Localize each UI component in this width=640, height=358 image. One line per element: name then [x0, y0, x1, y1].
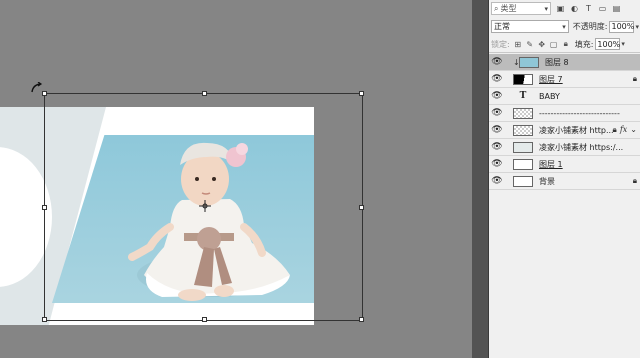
canvas-area[interactable] [0, 0, 472, 358]
lock-position-icon[interactable]: ✥ [537, 39, 547, 49]
lock-image-pixels-icon[interactable]: ✎ [525, 39, 535, 49]
lock-icons: ⊞ ✎ ✥ ▢ 🔒︎ [513, 39, 571, 49]
lock-row: 锁定: ⊞ ✎ ✥ ▢ 🔒︎ 填充: 100% ▾ [489, 36, 640, 53]
text-layer-icon: T [519, 91, 527, 101]
layer-row[interactable]: 👁︎ 凌家小铺素材 http... 🔒︎ fx ⌄ [489, 122, 640, 139]
lock-transparent-pixels-icon[interactable]: ⊞ [513, 39, 523, 49]
layer-thumbnail [513, 141, 533, 153]
layers-list: 👁︎ ↓ 图层 8 👁︎ 图层 7 🔒︎ 👁︎ T BABY 👁︎ ------… [489, 54, 640, 190]
opacity-input[interactable]: 100% [609, 20, 635, 33]
chevron-down-icon[interactable]: ⌄ [630, 125, 637, 135]
layer-row[interactable]: 👁︎ 图层 7 🔒︎ [489, 71, 640, 88]
layer-row[interactable]: 👁︎ ↓ 图层 8 [489, 54, 640, 71]
layer-kind-filter[interactable]: ⌕ 类型 ▾ [491, 2, 551, 15]
layer-name: 凌家小铺素材 https:/... [539, 142, 624, 152]
artboard-autonest-icon[interactable]: ▢ [549, 39, 559, 49]
blend-mode-select[interactable]: 正常 ▾ [491, 20, 569, 33]
layer-row[interactable]: 👁︎ ---------------------------- [489, 105, 640, 122]
layer-kind-filter-label: 类型 [500, 4, 517, 13]
eye-icon[interactable]: 👁︎ [489, 74, 505, 84]
blend-row: 正常 ▾ 不透明度: 100% ▾ [489, 18, 640, 35]
layers-panel: ⌕ 类型 ▾ ▣ ◐ T ▭ ▤ 正常 ▾ 不透明度: 100% ▾ 锁定: ⊞… [488, 0, 640, 358]
eye-icon[interactable]: 👁︎ [489, 125, 505, 135]
fill-label: 填充: [574, 39, 594, 49]
layer-row[interactable]: 👁︎ 背景 🔒︎ [489, 173, 640, 190]
layer-row[interactable]: 👁︎ 凌家小铺素材 https:/... [489, 139, 640, 156]
eye-icon[interactable]: 👁︎ [489, 142, 505, 152]
layer-name: BABY [539, 91, 560, 101]
layer-row[interactable]: 👁︎ 图层 1 [489, 156, 640, 173]
layer-name: 背景 [539, 176, 555, 186]
layer-name: 图层 1 [539, 159, 563, 169]
layer-thumbnail [513, 73, 533, 85]
transform-handle-bottom-right[interactable] [359, 317, 364, 322]
layer-name: 图层 8 [545, 57, 569, 67]
layer-filter-row: ⌕ 类型 ▾ ▣ ◐ T ▭ ▤ [489, 0, 640, 17]
fill-dropdown-icon[interactable]: ▾ [621, 40, 625, 48]
layer-thumbnail [513, 124, 533, 136]
clipping-mask-icon: ↓ [513, 57, 520, 67]
eye-icon[interactable]: 👁︎ [489, 91, 505, 101]
layer-name: ---------------------------- [539, 108, 620, 118]
chevron-down-icon: ▾ [562, 22, 566, 31]
lock-icon: 🔒︎ [612, 125, 617, 134]
layer-row[interactable]: 👁︎ T BABY [489, 88, 640, 105]
eye-icon[interactable]: 👁︎ [489, 159, 505, 169]
lock-icon: 🔒︎ [632, 176, 637, 185]
eye-icon[interactable]: 👁︎ [489, 57, 505, 67]
layer-effects-icon[interactable]: fx [620, 125, 627, 135]
transform-center-point-icon[interactable] [199, 200, 211, 212]
lock-all-icon[interactable]: 🔒︎ [561, 39, 571, 49]
transform-handle-right[interactable] [359, 205, 364, 210]
lock-icon: 🔒︎ [632, 74, 637, 83]
layer-thumbnail [513, 107, 533, 119]
blend-mode-value: 正常 [494, 22, 510, 31]
layer-name: 凌家小铺素材 http... [539, 125, 613, 135]
smart-object-filter-icon[interactable]: ▤ [611, 3, 622, 14]
fill-input[interactable]: 100% [595, 38, 621, 50]
opacity-dropdown-icon[interactable]: ▾ [635, 23, 639, 31]
image-filter-icon[interactable]: ▣ [555, 3, 566, 14]
type-filter-icon[interactable]: T [583, 3, 594, 14]
chevron-down-icon: ▾ [544, 4, 548, 13]
layer-thumbnail [519, 56, 539, 68]
document-canvas[interactable] [0, 107, 314, 325]
layer-filter-icons: ▣ ◐ T ▭ ▤ [555, 3, 622, 14]
layer-thumbnail [513, 175, 533, 187]
transform-handle-top[interactable] [202, 91, 207, 96]
shape-filter-icon[interactable]: ▭ [597, 3, 608, 14]
adjustment-filter-icon[interactable]: ◐ [569, 3, 580, 14]
opacity-label: 不透明度: [572, 22, 608, 31]
layer-thumbnail [513, 158, 533, 170]
lock-label: 锁定: [491, 39, 510, 49]
eye-icon[interactable]: 👁︎ [489, 176, 505, 186]
rotate-cursor-icon [30, 81, 44, 94]
eye-icon[interactable]: 👁︎ [489, 108, 505, 118]
search-icon: ⌕ [494, 3, 499, 13]
transform-handle-top-right[interactable] [359, 91, 364, 96]
panel-gutter [472, 0, 488, 358]
layer-name: 图层 7 [539, 74, 563, 84]
